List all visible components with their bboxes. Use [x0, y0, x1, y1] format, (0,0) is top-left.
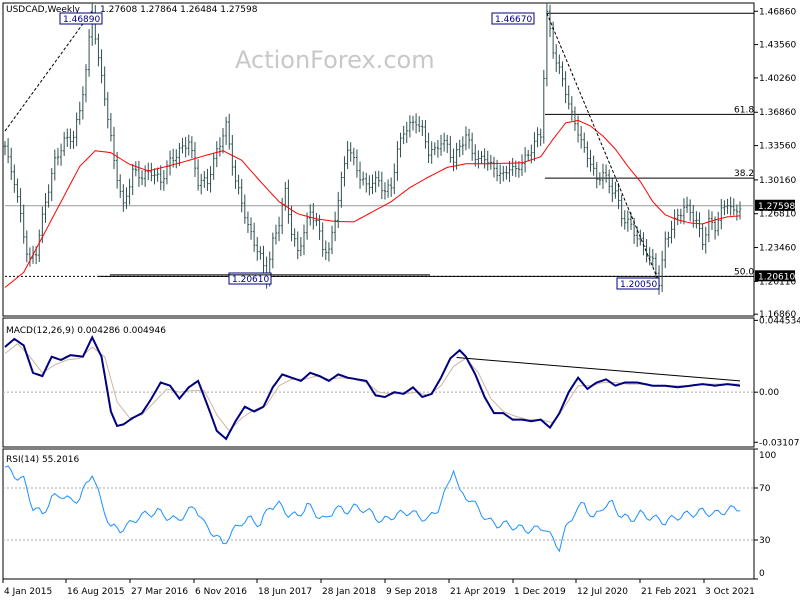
x-tick-label: 4 Jan 2015 [4, 587, 52, 597]
x-tick-label: 6 Nov 2016 [195, 587, 247, 597]
macd-y-axis: 0.044534 0.00 -0.031072 [754, 316, 800, 448]
x-tick-label: 3 Oct 2021 [705, 587, 755, 597]
price-y-tick-label: 1.33560 [759, 142, 796, 152]
rsi-y-tick-label: 100 [759, 451, 776, 461]
price-callout-label: 1.46890 [63, 15, 100, 25]
level-label: 61.8 [734, 105, 754, 115]
x-tick-label: 18 Jun 2017 [258, 587, 312, 597]
price-callout-label: 1.20610 [232, 275, 269, 285]
watermark: ActionForex.com [235, 46, 435, 74]
price-y-tick-label: 1.46860 [759, 7, 796, 17]
rsi-y-tick-label: 70 [759, 484, 771, 494]
rsi-y-tick-label: 0 [759, 569, 765, 579]
ohlc-values: 1.27608 1.27864 1.26484 1.27598 [100, 5, 258, 15]
price-y-tick-label: 1.36860 [759, 108, 796, 118]
svg-text:1.20610: 1.20610 [758, 272, 795, 282]
x-tick-label: 12 Jul 2020 [577, 587, 628, 597]
level-label: 38.2 [734, 169, 754, 179]
macd-y-tick-label: 0.044534 [759, 316, 800, 326]
x-axis: 4 Jan 2015 16 Aug 2015 27 Mar 2016 6 Nov 20… [2, 579, 755, 597]
x-tick-label: 21 Feb 2021 [641, 587, 697, 597]
x-tick-label: 28 Jan 2018 [322, 587, 376, 597]
x-tick-label: 21 Apr 2019 [450, 587, 506, 597]
support-price-tag: 1.20610 [755, 270, 795, 282]
x-tick-label: 27 Mar 2016 [131, 587, 188, 597]
macd-panel-title: MACD(12,26,9) 0.004286 0.004946 [6, 326, 166, 336]
forex-chart: ActionForex.com USDCAD,Weekly 1.27608 1.… [2, 2, 800, 597]
svg-text:1.27598: 1.27598 [758, 202, 795, 212]
price-y-tick-label: 1.23460 [759, 244, 796, 254]
macd-y-tick-label: 0.00 [759, 388, 779, 398]
rsi-panel-title: RSI(14) 55.2016 [6, 455, 79, 465]
price-y-tick-label: 1.43560 [759, 41, 796, 51]
x-tick-label: 1 Dec 2019 [514, 587, 566, 597]
x-tick-label: 9 Sep 2018 [386, 587, 438, 597]
price-y-tick-label: 1.30160 [759, 176, 796, 186]
price-y-tick-label: 1.40260 [759, 74, 796, 84]
rsi-panel [2, 448, 755, 580]
rsi-y-axis: 100 70 30 0 [754, 448, 776, 580]
macd-y-tick-label: -0.031072 [759, 438, 800, 448]
price-callout-label: 1.20050 [620, 280, 657, 290]
rsi-y-tick-label: 30 [759, 536, 771, 546]
current-price-tag: 1.27598 [755, 199, 795, 212]
x-tick-label: 16 Aug 2015 [67, 587, 125, 597]
price-callout-label: 1.46670 [495, 15, 532, 25]
